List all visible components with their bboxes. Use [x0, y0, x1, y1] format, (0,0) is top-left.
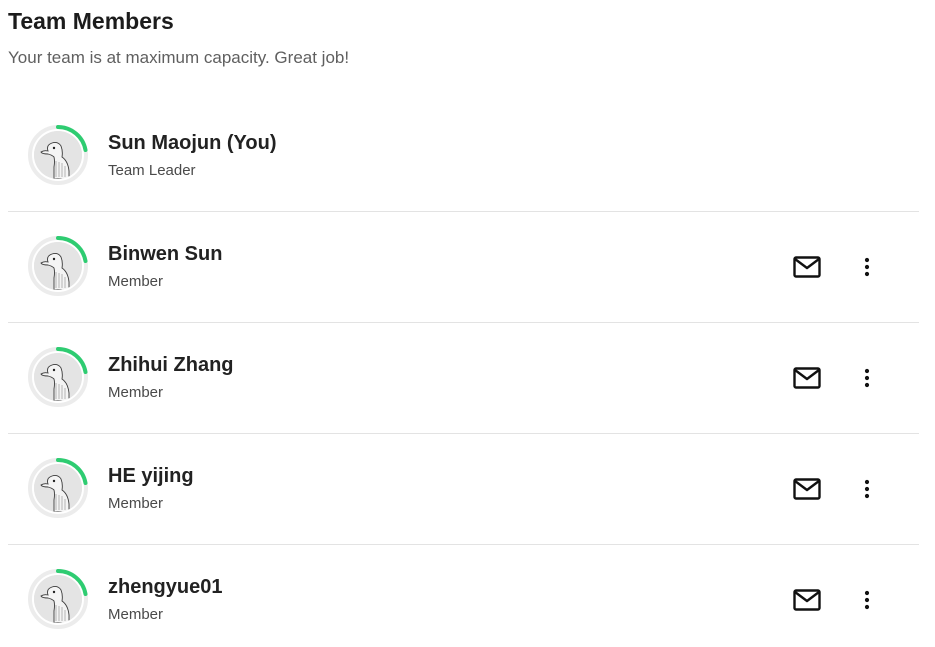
member-name: Zhihui Zhang — [108, 354, 234, 376]
more-options-button[interactable] — [853, 250, 881, 284]
more-options-button[interactable] — [853, 361, 881, 395]
avatar[interactable] — [28, 236, 88, 296]
mail-icon — [793, 589, 821, 611]
goose-avatar-icon — [34, 464, 82, 512]
member-row: Binwen Sun Member — [8, 212, 919, 323]
member-role: Team Leader — [108, 162, 196, 179]
more-options-button[interactable] — [853, 472, 881, 506]
page-subtitle: Your team is at maximum capacity. Great … — [8, 48, 350, 67]
member-role: Member — [108, 384, 164, 401]
member-row: zhengyue01 Member — [8, 545, 919, 647]
member-name: Binwen Sun — [108, 243, 223, 265]
goose-avatar-icon — [34, 575, 82, 623]
member-name: HE yijing — [108, 465, 194, 487]
more-vertical-icon — [864, 368, 870, 388]
avatar[interactable] — [28, 125, 88, 185]
member-list: Sun Maojun (You) Team Leader Binwen Sun … — [8, 101, 919, 647]
member-name: Sun Maojun (You) — [108, 132, 277, 154]
more-vertical-icon — [864, 479, 870, 499]
more-vertical-icon — [864, 590, 870, 610]
send-email-button[interactable] — [789, 585, 825, 615]
member-name: zhengyue01 — [108, 576, 223, 598]
avatar[interactable] — [28, 569, 88, 629]
member-role: Member — [108, 606, 164, 623]
member-row: HE yijing Member — [8, 434, 919, 545]
mail-icon — [793, 256, 821, 278]
avatar[interactable] — [28, 347, 88, 407]
more-vertical-icon — [864, 257, 870, 277]
member-role: Member — [108, 273, 164, 290]
send-email-button[interactable] — [789, 474, 825, 504]
avatar[interactable] — [28, 458, 88, 518]
send-email-button[interactable] — [789, 363, 825, 393]
mail-icon — [793, 478, 821, 500]
page-title: Team Members — [8, 8, 174, 34]
member-role: Member — [108, 495, 164, 512]
goose-avatar-icon — [34, 242, 82, 290]
goose-avatar-icon — [34, 353, 82, 401]
mail-icon — [793, 367, 821, 389]
more-options-button[interactable] — [853, 583, 881, 617]
send-email-button[interactable] — [789, 252, 825, 282]
member-row: Sun Maojun (You) Team Leader — [8, 101, 919, 212]
team-members-panel: Team Members Your team is at maximum cap… — [0, 0, 935, 647]
member-row: Zhihui Zhang Member — [8, 323, 919, 434]
goose-avatar-icon — [34, 131, 82, 179]
